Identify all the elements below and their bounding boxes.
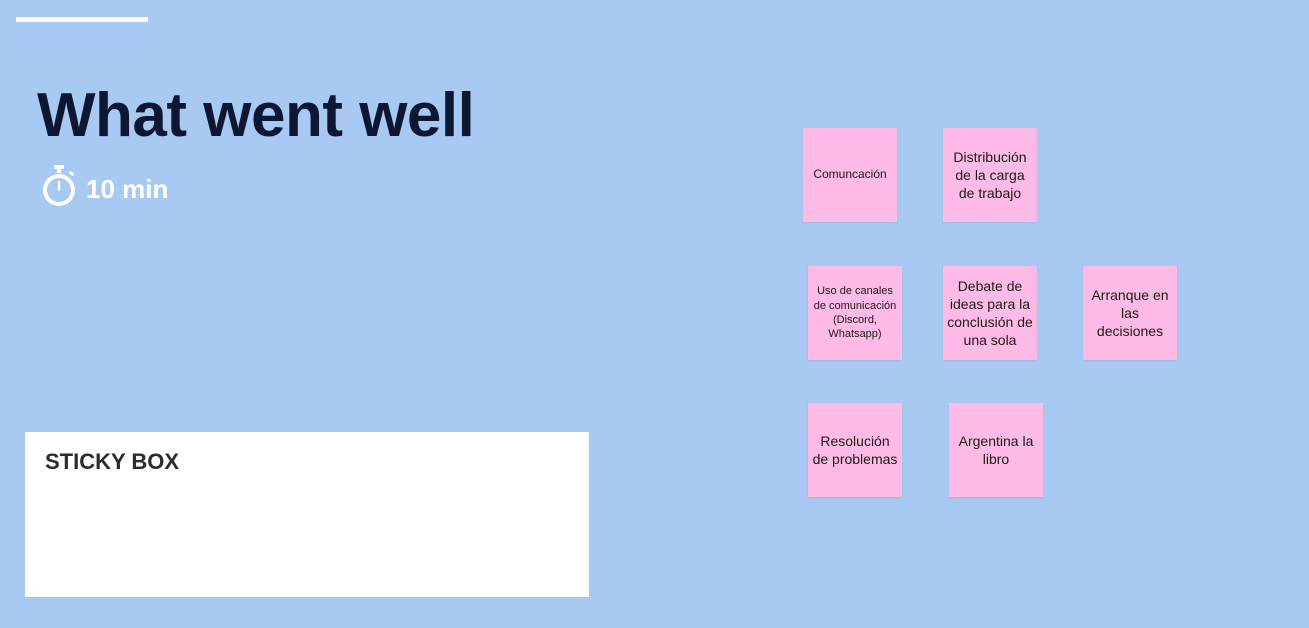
sticky-note[interactable]: Uso de canales de comunicación (Discord,…: [808, 266, 902, 360]
sticky-box-title: STICKY BOX: [45, 449, 180, 474]
sticky-note-text: Uso de canales de comunicación (Discord,…: [813, 285, 897, 341]
sticky-note-text: Resolución de problemas: [812, 432, 898, 467]
sticky-note[interactable]: Debate de ideas para la conclusión de un…: [943, 266, 1037, 360]
sticky-note-text: Arranque en las decisiones: [1091, 286, 1169, 340]
timer: 10 min: [40, 163, 168, 209]
sticky-note[interactable]: Comuncación: [803, 128, 897, 222]
sticky-box[interactable]: STICKY BOX: [25, 432, 589, 597]
sticky-note[interactable]: Argentina la libro: [949, 403, 1043, 497]
frame-title: What went well: [37, 81, 475, 150]
sticky-note[interactable]: Arranque en las decisiones: [1083, 266, 1177, 360]
sticky-note[interactable]: Resolución de problemas: [808, 403, 902, 497]
frame-top-bar: [16, 17, 148, 22]
sticky-note-text: Comuncación: [813, 167, 887, 182]
sticky-note-text: Debate de ideas para la conclusión de un…: [947, 277, 1033, 349]
sticky-note[interactable]: Distribución de la carga de trabajo: [943, 128, 1037, 222]
sticky-note-text: Argentina la libro: [958, 432, 1034, 467]
sticky-note-text: Distribución de la carga de trabajo: [953, 148, 1027, 202]
timer-label: 10 min: [86, 173, 169, 204]
stopwatch-icon: [40, 164, 78, 208]
